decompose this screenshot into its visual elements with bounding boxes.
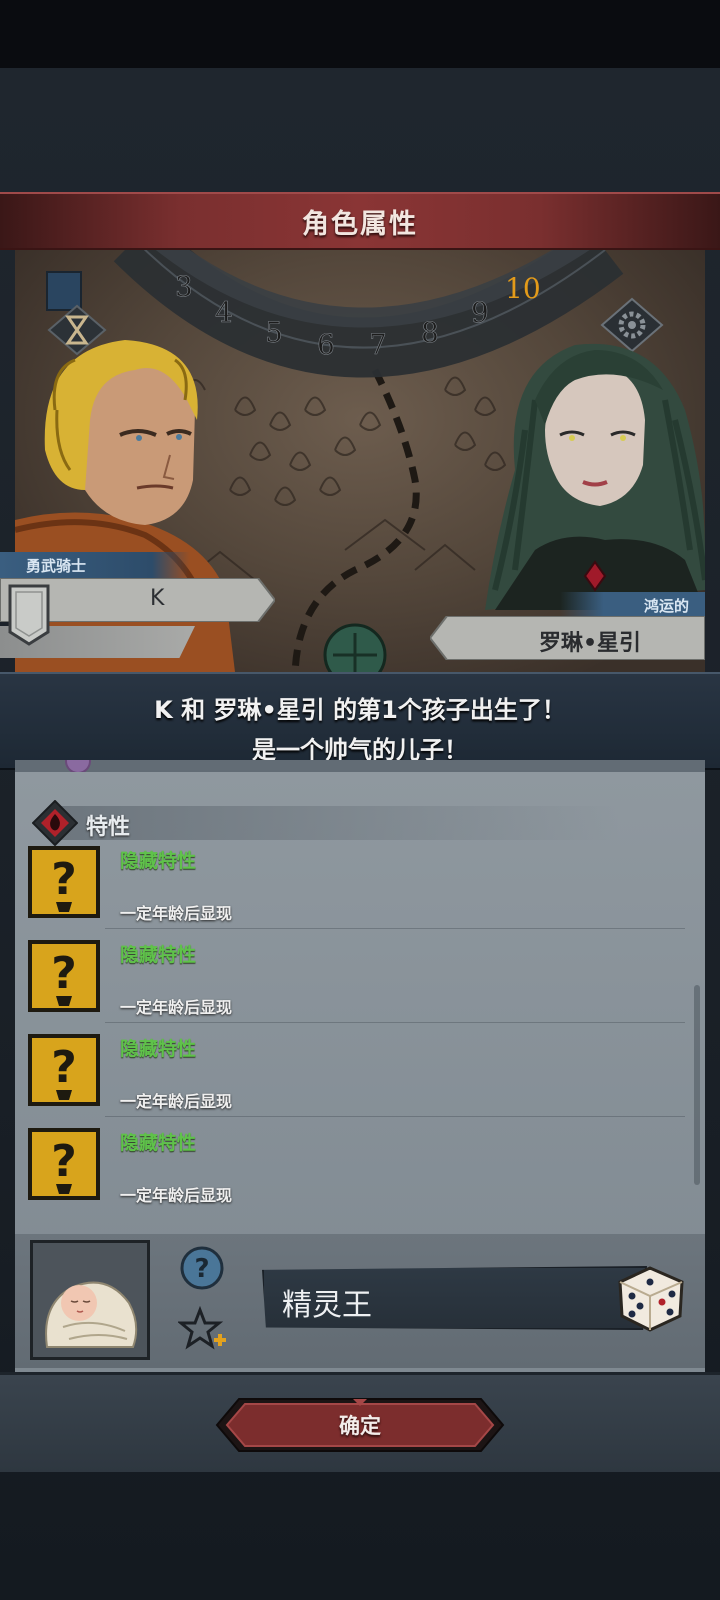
traits-header-bar bbox=[60, 806, 620, 840]
mother-name: 罗琳•星引 bbox=[538, 631, 642, 656]
mother-portrait bbox=[485, 343, 705, 610]
timeline-number: 9 bbox=[471, 296, 489, 329]
question-mark-icon: ? bbox=[28, 846, 100, 918]
heraldry-shield-icon[interactable] bbox=[8, 584, 50, 646]
father-name: K bbox=[150, 586, 165, 611]
timeline-number: 7 bbox=[369, 328, 387, 361]
timeline-number: 3 bbox=[175, 270, 193, 303]
trait-name: 隐藏特性 bbox=[120, 944, 197, 966]
svg-text:?: ? bbox=[51, 1042, 77, 1093]
timeline-number: 6 bbox=[317, 328, 335, 361]
trait-name: 隐藏特性 bbox=[120, 850, 197, 872]
timeline-number: 8 bbox=[421, 316, 439, 349]
random-name-dice-icon[interactable] bbox=[610, 1254, 690, 1334]
announcement-line-1: K 和 罗琳•星引 的第1个孩子出生了！ bbox=[154, 696, 566, 724]
trait-name: 隐藏特性 bbox=[120, 1132, 197, 1154]
svg-text:?: ? bbox=[51, 948, 77, 999]
question-mark-icon: ? bbox=[28, 940, 100, 1012]
svg-text:?: ? bbox=[51, 1136, 77, 1187]
timeline-number: 4 bbox=[215, 296, 233, 329]
help-question-icon[interactable]: ? bbox=[180, 1246, 224, 1290]
trait-description: 一定年龄后显现 bbox=[120, 1092, 233, 1111]
divider bbox=[105, 1116, 685, 1117]
favorite-star-add-icon[interactable] bbox=[178, 1306, 228, 1356]
dialog-title: 角色属性 bbox=[302, 208, 418, 240]
fire-trait-icon bbox=[32, 800, 78, 846]
trait-description: 一定年龄后显现 bbox=[120, 904, 233, 923]
trait-name: 隐藏特性 bbox=[120, 1038, 197, 1060]
trait-list-scrollbar[interactable] bbox=[694, 985, 700, 1185]
divider bbox=[105, 1022, 685, 1023]
map-menu-icon bbox=[46, 271, 82, 311]
mother-title-tag: 鸿运的 bbox=[560, 592, 705, 618]
svg-text:?: ? bbox=[51, 854, 77, 905]
divider bbox=[105, 928, 685, 929]
timeline-current: 10 bbox=[505, 272, 541, 305]
father-title-tag: 勇武骑士 bbox=[0, 552, 190, 578]
svg-text:?: ? bbox=[194, 1254, 209, 1284]
settings-gear-icon bbox=[600, 297, 664, 353]
timeline-number: 5 bbox=[265, 316, 283, 349]
confirm-button-label[interactable]: 确定 bbox=[215, 1410, 505, 1440]
child-avatar[interactable] bbox=[30, 1240, 150, 1360]
dialog-header: 角色属性 bbox=[0, 192, 720, 250]
trait-description: 一定年龄后显现 bbox=[120, 998, 233, 1017]
question-mark-icon: ? bbox=[28, 1034, 100, 1106]
baby-portrait-image bbox=[33, 1243, 147, 1357]
question-mark-icon: ? bbox=[28, 1128, 100, 1200]
status-bar-area bbox=[0, 0, 720, 68]
traits-title: 特性 bbox=[86, 815, 131, 840]
child-name-value[interactable]: 精灵王 bbox=[282, 1280, 372, 1324]
trait-description: 一定年龄后显现 bbox=[120, 1186, 233, 1205]
